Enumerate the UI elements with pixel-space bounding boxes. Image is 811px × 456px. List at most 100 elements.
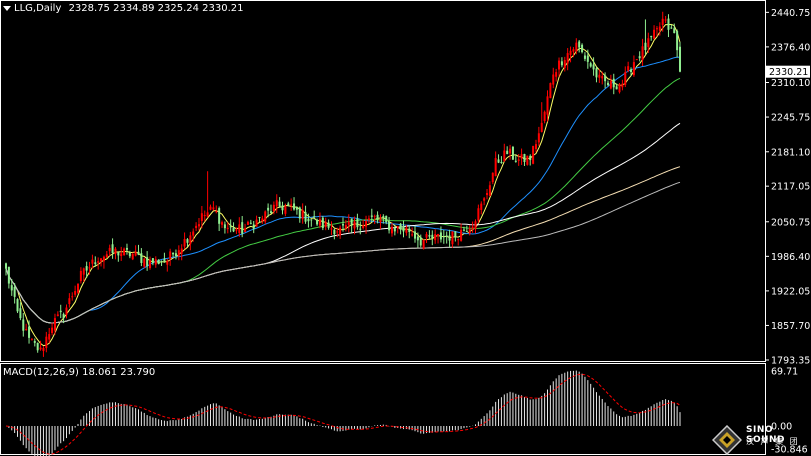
candle-body: [68, 298, 71, 305]
candle: [215, 205, 218, 214]
candle-body: [203, 215, 206, 217]
price-tick-label: 2050.75: [771, 217, 810, 228]
candle: [506, 146, 509, 155]
candle-body: [238, 224, 241, 234]
candle-body: [137, 251, 140, 255]
candle: [638, 51, 641, 62]
candle: [151, 258, 154, 266]
candle-body: [307, 218, 310, 222]
price-tick-label: 1922.05: [771, 286, 810, 297]
candle-body: [293, 203, 296, 210]
candle-body: [388, 221, 391, 231]
candle-body: [267, 207, 270, 211]
candle: [293, 197, 296, 211]
candle: [448, 229, 451, 248]
candle-body: [295, 207, 298, 210]
candle-body: [540, 122, 543, 132]
dropdown-arrow-icon[interactable]: [3, 5, 11, 11]
candle-body: [448, 235, 451, 241]
candle: [33, 338, 36, 347]
macd-header: MACD(12,26,9) 18.061 23.790: [3, 367, 156, 378]
candle: [30, 337, 33, 341]
candle: [370, 208, 373, 223]
candle-body: [195, 225, 198, 229]
candle: [624, 66, 627, 88]
candle-body: [169, 251, 172, 259]
candle-body: [606, 82, 609, 86]
candle: [206, 171, 209, 218]
candle-body: [269, 211, 272, 214]
candle: [301, 203, 304, 224]
candle: [163, 252, 166, 263]
candle-body: [451, 231, 454, 245]
candle: [422, 239, 425, 250]
macd-axis-label: 69.71: [771, 367, 798, 378]
candle-body: [25, 329, 28, 331]
candle: [529, 154, 532, 166]
candle-body: [221, 222, 224, 225]
chart-header[interactable]: LLG,Daily 2328.75 2334.89 2325.24 2330.2…: [3, 3, 244, 14]
candle: [177, 245, 180, 261]
candle: [278, 197, 281, 208]
candle-body: [324, 222, 327, 228]
candle-body: [264, 211, 267, 222]
candle-body: [131, 253, 134, 260]
candle-body: [79, 270, 82, 282]
candle: [48, 327, 51, 343]
candle: [183, 232, 186, 250]
candle-body: [246, 221, 249, 225]
candle: [120, 246, 123, 261]
candle: [509, 144, 512, 160]
candle-body: [177, 250, 180, 257]
candle-body: [134, 251, 137, 256]
candle-body: [566, 53, 569, 64]
candle: [71, 292, 74, 301]
candle-body: [51, 327, 54, 334]
candle-body: [595, 68, 598, 78]
candle: [483, 197, 486, 206]
candle-body: [632, 62, 635, 76]
candle-body: [462, 229, 465, 231]
candle-body: [414, 231, 417, 239]
candle: [457, 238, 460, 246]
candle: [566, 48, 569, 71]
candle-body: [563, 60, 566, 68]
candle-body: [509, 148, 512, 154]
candle: [627, 61, 630, 73]
candle: [318, 212, 321, 229]
price-pane-frame: [0, 0, 766, 362]
candle-body: [149, 260, 152, 269]
logo-chinese: 汉 声 集 团: [746, 437, 800, 446]
candle: [402, 220, 405, 238]
candle-body: [215, 211, 218, 213]
candle-body: [97, 261, 100, 263]
candle: [379, 214, 382, 230]
candle-body: [477, 208, 480, 221]
candle-body: [578, 41, 581, 48]
candle: [154, 256, 157, 268]
candle-body: [62, 314, 65, 319]
candle-body: [382, 216, 385, 218]
ma30-line: [5, 56, 681, 324]
candle: [174, 249, 177, 260]
candle-body: [526, 155, 529, 165]
candle: [650, 35, 653, 41]
candle-body: [644, 42, 647, 51]
candle: [252, 221, 255, 234]
candle-body: [396, 226, 399, 229]
candle-body: [39, 347, 42, 350]
candle-body: [183, 238, 186, 247]
candle-body: [488, 185, 491, 196]
candle: [134, 245, 137, 257]
candle: [105, 251, 108, 258]
candle-body: [454, 231, 457, 238]
candle: [471, 221, 474, 233]
candle: [290, 198, 293, 211]
candle-body: [192, 231, 195, 236]
candle: [595, 66, 598, 83]
candle-body: [474, 221, 477, 230]
candle: [327, 219, 330, 230]
candle: [16, 298, 19, 314]
candle-body: [140, 253, 143, 264]
candle-body: [641, 46, 644, 61]
